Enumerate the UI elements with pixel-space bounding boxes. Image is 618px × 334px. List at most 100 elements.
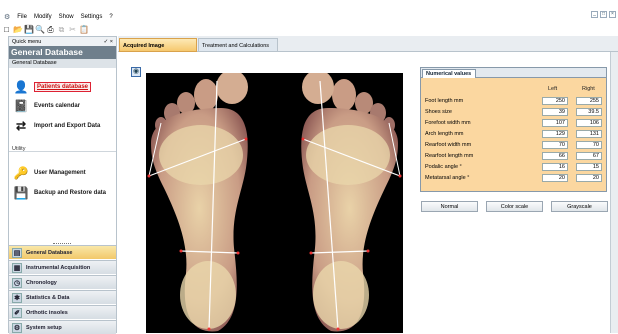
nav-orthotic-insoles[interactable]: ✐ Orthotic insoles: [9, 305, 116, 319]
menu-modify[interactable]: Modify: [34, 14, 52, 20]
value-row: Metatarsal angle ° 20 20: [425, 174, 605, 183]
menu-settings[interactable]: Settings: [81, 14, 103, 20]
tab-strip: Acquired Image Treatment and Calculation…: [118, 36, 618, 52]
database-icon: ▤: [12, 247, 22, 258]
divider: [9, 151, 116, 152]
calendar-icon: 📓: [13, 99, 29, 113]
close-button[interactable]: ×: [609, 11, 616, 18]
menu-show[interactable]: Show: [59, 14, 74, 20]
right-value-field[interactable]: 20: [576, 174, 602, 182]
nav-chronology[interactable]: ◷ Chronology: [9, 275, 116, 289]
sidebar-item-label: Events calendar: [34, 103, 81, 109]
tab-acquired-image[interactable]: Acquired Image: [119, 38, 197, 52]
quick-menu-title: Quick menu: [12, 38, 42, 45]
window-controls: _ □ ×: [591, 11, 616, 18]
row-label: Podalic angle °: [425, 164, 462, 170]
right-value-field[interactable]: 39.5: [576, 108, 602, 116]
panel-tab-strip: Numerical values: [421, 68, 606, 78]
print-preview-icon[interactable]: 🔍: [35, 25, 45, 34]
numerical-values-panel: Numerical values Left Right Foot length …: [420, 67, 607, 192]
copy-icon[interactable]: ⧉: [57, 25, 66, 34]
row-label: Metatarsal angle °: [425, 175, 470, 181]
nav-label: Instrumental Acquisition: [26, 264, 91, 271]
color-scale-button[interactable]: Color scale: [486, 201, 543, 212]
print-icon[interactable]: ⎙: [46, 25, 55, 34]
new-icon[interactable]: □: [2, 25, 11, 34]
nav-instrumental-acquisition[interactable]: ▦ Instrumental Acquisition: [9, 260, 116, 274]
save-icon[interactable]: 💾: [24, 25, 34, 34]
image-tool-icon[interactable]: ◉: [131, 67, 141, 77]
value-row: Shoes size 39 39.5: [425, 108, 605, 117]
left-value-field[interactable]: 66: [542, 152, 568, 160]
left-value-field[interactable]: 20: [542, 174, 568, 182]
tab-treatment-calculations[interactable]: Treatment and Calculations: [198, 38, 278, 52]
right-value-field[interactable]: 70: [576, 141, 602, 149]
menu-help[interactable]: ?: [109, 14, 112, 20]
value-row: Arch length mm 129 131: [425, 130, 605, 139]
column-left-header: Left: [548, 86, 558, 92]
sidebar-item-label: Backup and Restore data: [34, 190, 107, 196]
grayscale-button[interactable]: Grayscale: [551, 201, 608, 212]
acquisition-icon: ▦: [12, 262, 22, 273]
patient-icon: 👤: [13, 80, 29, 94]
left-value-field[interactable]: 70: [542, 141, 568, 149]
sidebar-item-label: User Management: [34, 170, 86, 176]
maximize-button[interactable]: □: [600, 11, 607, 18]
foot-scan-svg: [147, 73, 402, 332]
row-label: Foot length mm: [425, 98, 464, 104]
quick-menu-pane: Quick menu ✓ × General Database General …: [8, 36, 117, 334]
right-value-field[interactable]: 106: [576, 119, 602, 127]
value-row: Forefoot width mm 107 106: [425, 119, 605, 128]
section-subtitle: General Database: [9, 59, 116, 68]
right-value-field[interactable]: 15: [576, 163, 602, 171]
toolbar: □ 📂 💾 🔍 ⎙ ⧉ ✂ 📋: [0, 24, 618, 35]
vertical-scrollbar[interactable]: [610, 52, 618, 333]
normal-mode-button[interactable]: Normal: [421, 201, 478, 212]
pin-close-icons[interactable]: ✓ ×: [104, 39, 113, 45]
open-icon[interactable]: 📂: [13, 25, 23, 34]
row-label: Arch length mm: [425, 131, 464, 137]
minimize-button[interactable]: _: [591, 11, 598, 18]
sidebar-item-import-export[interactable]: ⇄ Import and Export Data: [13, 118, 100, 134]
quick-menu-header: Quick menu ✓ ×: [9, 37, 116, 46]
menu-bar: ⚙ File Modify Show Settings ?: [0, 11, 618, 23]
nav-label: Orthotic insoles: [26, 309, 68, 316]
right-value-field[interactable]: 67: [576, 152, 602, 160]
nav-statistics[interactable]: ✱ Statistics & Data: [9, 290, 116, 304]
left-value-field[interactable]: 107: [542, 119, 568, 127]
backup-icon: 💾: [13, 186, 29, 200]
nav-label: General Database: [26, 249, 73, 256]
left-value-field[interactable]: 250: [542, 97, 568, 105]
nav-label: System setup: [26, 324, 62, 331]
sidebar-item-label: Import and Export Data: [34, 123, 101, 129]
right-value-field[interactable]: 255: [576, 97, 602, 105]
cut-icon[interactable]: ✂: [68, 25, 77, 34]
nav-system-setup[interactable]: ⚙ System setup: [9, 320, 116, 334]
left-value-field[interactable]: 39: [542, 108, 568, 116]
nav-general-database[interactable]: ▤ General Database: [9, 245, 116, 259]
paste-icon[interactable]: 📋: [79, 25, 89, 34]
import-export-icon: ⇄: [15, 119, 27, 133]
left-value-field[interactable]: 16: [542, 163, 568, 171]
tab-numerical-values[interactable]: Numerical values: [422, 69, 476, 78]
right-foot: [301, 73, 402, 332]
value-row: Podalic angle ° 16 15: [425, 163, 605, 172]
row-label: Shoes size: [425, 109, 452, 115]
row-label: Forefoot width mm: [425, 120, 471, 126]
left-value-field[interactable]: 129: [542, 130, 568, 138]
value-row: Rearfoot width mm 70 70: [425, 141, 605, 150]
row-label: Rearfoot width mm: [425, 142, 472, 148]
sidebar-item-events-calendar[interactable]: 📓 Events calendar: [13, 98, 81, 114]
gear-icon: ⚙: [12, 322, 22, 333]
sidebar-item-user-management[interactable]: 🔑 User Management: [13, 165, 86, 181]
sidebar-item-backup-restore[interactable]: 💾 Backup and Restore data: [13, 185, 107, 201]
chronology-icon: ◷: [12, 277, 22, 288]
nav-label: Chronology: [26, 279, 57, 286]
nav-label: Statistics & Data: [26, 294, 70, 301]
sidebar-item-patients-database[interactable]: 👤 Patients database: [13, 79, 92, 95]
app-icon: ⚙: [4, 14, 11, 21]
row-label: Rearfoot length mm: [425, 153, 474, 159]
menu-file[interactable]: File: [17, 14, 27, 20]
column-right-header: Right: [582, 86, 595, 92]
right-value-field[interactable]: 131: [576, 130, 602, 138]
